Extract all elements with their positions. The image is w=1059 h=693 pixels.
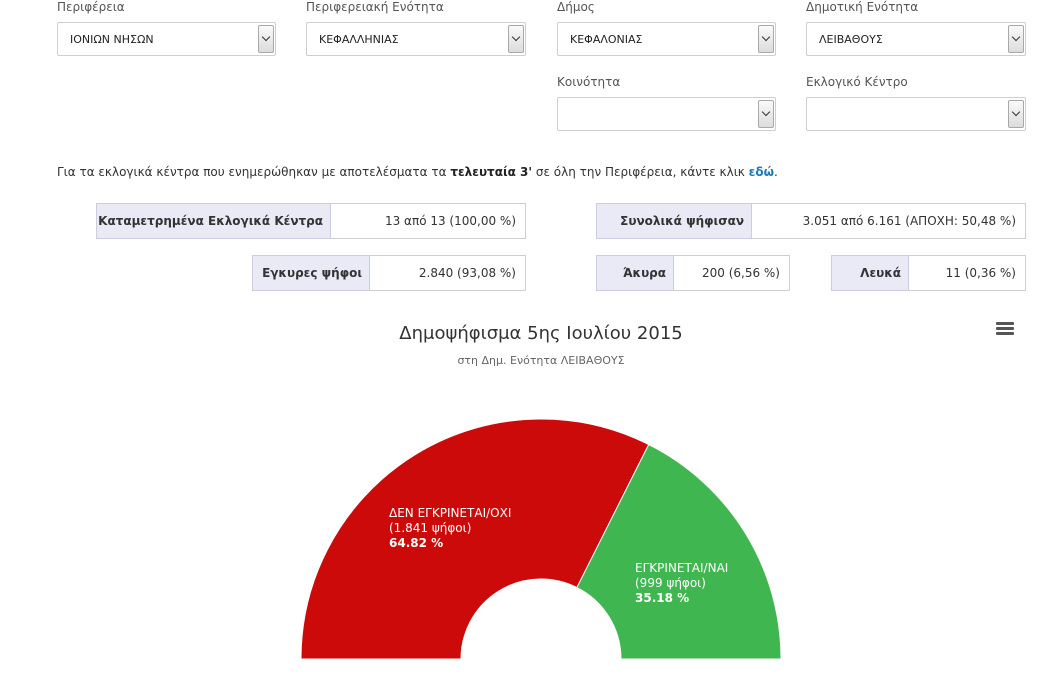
data-label-no-name: ΔΕΝ ΕΓΚΡΙΝΕΤΑΙ/ΟΧΙ <box>389 506 511 520</box>
pie-slice-no[interactable] <box>300 418 650 660</box>
data-label-no-votes: (1.841 ψήφοι) <box>389 521 471 535</box>
data-label-no-percent: 64.82 % <box>389 536 443 550</box>
chart-svg: ΔΕΝ ΕΓΚΡΙΝΕΤΑΙ/ΟΧΙ(1.841 ψήφοι)64.82 % ΕΓ… <box>300 418 782 660</box>
data-label-yes-percent: 35.18 % <box>635 591 689 605</box>
data-label-yes-name: ΕΓΚΡΙΝΕΤΑΙ/ΝΑΙ <box>635 561 728 575</box>
data-label-yes-votes: (999 ψήφοι) <box>635 576 706 590</box>
